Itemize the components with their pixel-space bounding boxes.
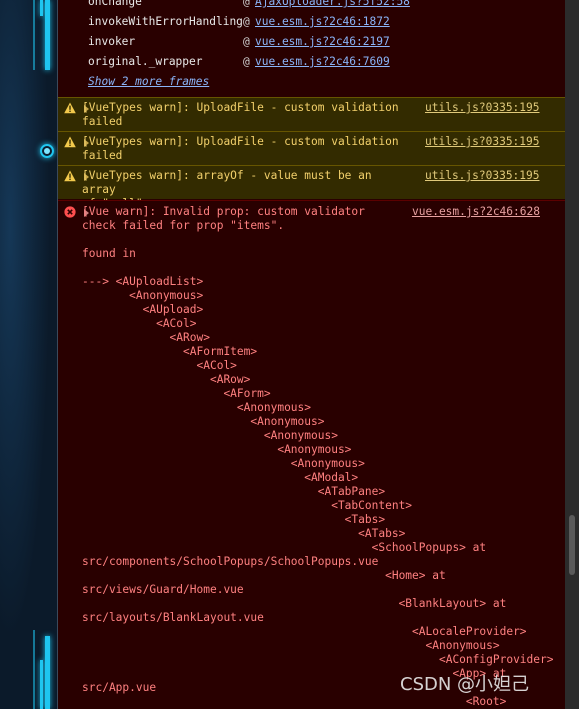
left-decoration-panel xyxy=(0,0,57,709)
stack-frame-1: invokeWithErrorHandling @ vue.esm.js?2c4… xyxy=(88,14,558,30)
warning-message-row[interactable]: [VueTypes warn]: arrayOf - value must be… xyxy=(58,165,566,210)
error-message-row[interactable]: [Vue warn]: Invalid prop: custom validat… xyxy=(58,200,566,709)
trace-line: <TabContent> xyxy=(82,499,413,512)
decoration-line-mid xyxy=(33,630,35,709)
trace-line: <AForm> xyxy=(82,387,271,400)
trace-line: <ATabPane> xyxy=(82,485,386,498)
frame-source-link[interactable]: AjaxUploader.js?5f52:58 xyxy=(255,0,410,10)
watermark-text: CSDN @小妲己 xyxy=(400,674,530,695)
trace-line: <Anonymous> xyxy=(82,639,500,652)
warning-triangle-icon xyxy=(64,102,76,114)
trace-line: src/components/SchoolPopups/SchoolPopups… xyxy=(82,555,379,568)
decoration-line xyxy=(33,0,35,70)
warning-message-text: [VueTypes warn]: UploadFile - custom val… xyxy=(82,135,399,162)
trace-line: <ALocaleProvider> xyxy=(82,625,527,638)
trace-line: <Anonymous> xyxy=(82,289,204,302)
trace-line: <Anonymous> xyxy=(82,457,365,470)
scrollbar-thumb[interactable] xyxy=(569,515,575,575)
trace-line: <Anonymous> xyxy=(82,429,338,442)
frame-function-name: invoker xyxy=(88,35,136,48)
trace-line: <ARow> xyxy=(82,331,210,344)
frame-at-symbol: @ xyxy=(243,35,250,48)
frame-at-symbol: @ xyxy=(243,55,250,68)
decoration-bar-bottom-accent xyxy=(40,660,43,709)
trace-line: <Anonymous> xyxy=(82,415,325,428)
warning-source-link[interactable]: utils.js?0335:195 xyxy=(425,101,540,115)
trace-line: <AModal> xyxy=(82,471,359,484)
warning-message-row[interactable]: [VueTypes warn]: UploadFile - custom val… xyxy=(58,131,566,165)
trace-line: <Tabs> xyxy=(82,513,386,526)
devtools-console: onChange @ AjaxUploader.js?5f52:58 invok… xyxy=(57,0,566,709)
stack-frame-3: original._wrapper @ vue.esm.js?2c46:7609 xyxy=(88,54,558,70)
trace-line: <ACol> xyxy=(82,317,197,330)
trace-line: <BlankLayout> at xyxy=(82,597,507,610)
trace-line: <Root> xyxy=(82,695,507,708)
warning-triangle-icon xyxy=(64,170,76,182)
error-message-text: [Vue warn]: Invalid prop: custom validat… xyxy=(82,205,365,232)
stack-frame-2: invoker @ vue.esm.js?2c46:2197 xyxy=(88,34,558,50)
warning-triangle-icon xyxy=(64,136,76,148)
decoration-glow xyxy=(0,0,57,709)
trace-line: <Anonymous> xyxy=(82,443,352,456)
trace-line: <AConfigProvider> xyxy=(82,653,554,666)
decoration-ring-dot xyxy=(44,148,50,154)
trace-line: ---> <AUploadList> xyxy=(82,275,204,288)
frame-at-symbol: @ xyxy=(243,15,250,28)
frame-source-link[interactable]: vue.esm.js?2c46:1872 xyxy=(255,14,390,30)
trace-line: src/App.vue xyxy=(82,681,157,694)
trace-line: src/layouts/BlankLayout.vue xyxy=(82,611,264,624)
frame-source-link[interactable]: vue.esm.js?2c46:2197 xyxy=(255,34,390,50)
trace-line: <Anonymous> xyxy=(82,401,312,414)
trace-line: <Home> at xyxy=(82,569,446,582)
stack-frame-0: onChange @ AjaxUploader.js?5f52:58 xyxy=(88,0,558,10)
show-more-frames-link[interactable]: Show 2 more frames xyxy=(88,74,209,90)
trace-line: <AFormItem> xyxy=(82,345,258,358)
frame-function-name: onChange xyxy=(88,0,142,8)
trace-line: <ARow> xyxy=(82,373,251,386)
trace-line: src/views/Guard/Home.vue xyxy=(82,583,244,596)
frame-function-name: original._wrapper xyxy=(88,55,203,68)
warning-message-row[interactable]: [VueTypes warn]: UploadFile - custom val… xyxy=(58,97,566,131)
trace-line: <AUpload> xyxy=(82,303,204,316)
warning-source-link[interactable]: utils.js?0335:195 xyxy=(425,135,540,149)
warning-message-text: [VueTypes warn]: UploadFile - custom val… xyxy=(82,101,399,128)
frame-function-name: invokeWithErrorHandling xyxy=(88,15,243,28)
trace-line: <SchoolPopups> at xyxy=(82,541,487,554)
trace-line: <ATabs> xyxy=(82,527,406,540)
warning-source-link[interactable]: utils.js?0335:195 xyxy=(425,169,540,183)
stack-trace-section: onChange @ AjaxUploader.js?5f52:58 invok… xyxy=(58,0,566,96)
error-source-link[interactable]: vue.esm.js?2c46:628 xyxy=(412,205,540,219)
console-scrollbar[interactable] xyxy=(565,0,579,709)
error-circle-icon xyxy=(64,206,76,218)
decoration-bar-bottom xyxy=(45,636,50,709)
trace-line: <ACol> xyxy=(82,359,237,372)
frame-at-symbol: @ xyxy=(243,0,250,8)
decoration-bar-top-accent xyxy=(40,0,43,16)
frame-source-link[interactable]: vue.esm.js?2c46:7609 xyxy=(255,54,390,70)
decoration-bar-top xyxy=(45,0,50,70)
trace-line: found in xyxy=(82,247,136,260)
